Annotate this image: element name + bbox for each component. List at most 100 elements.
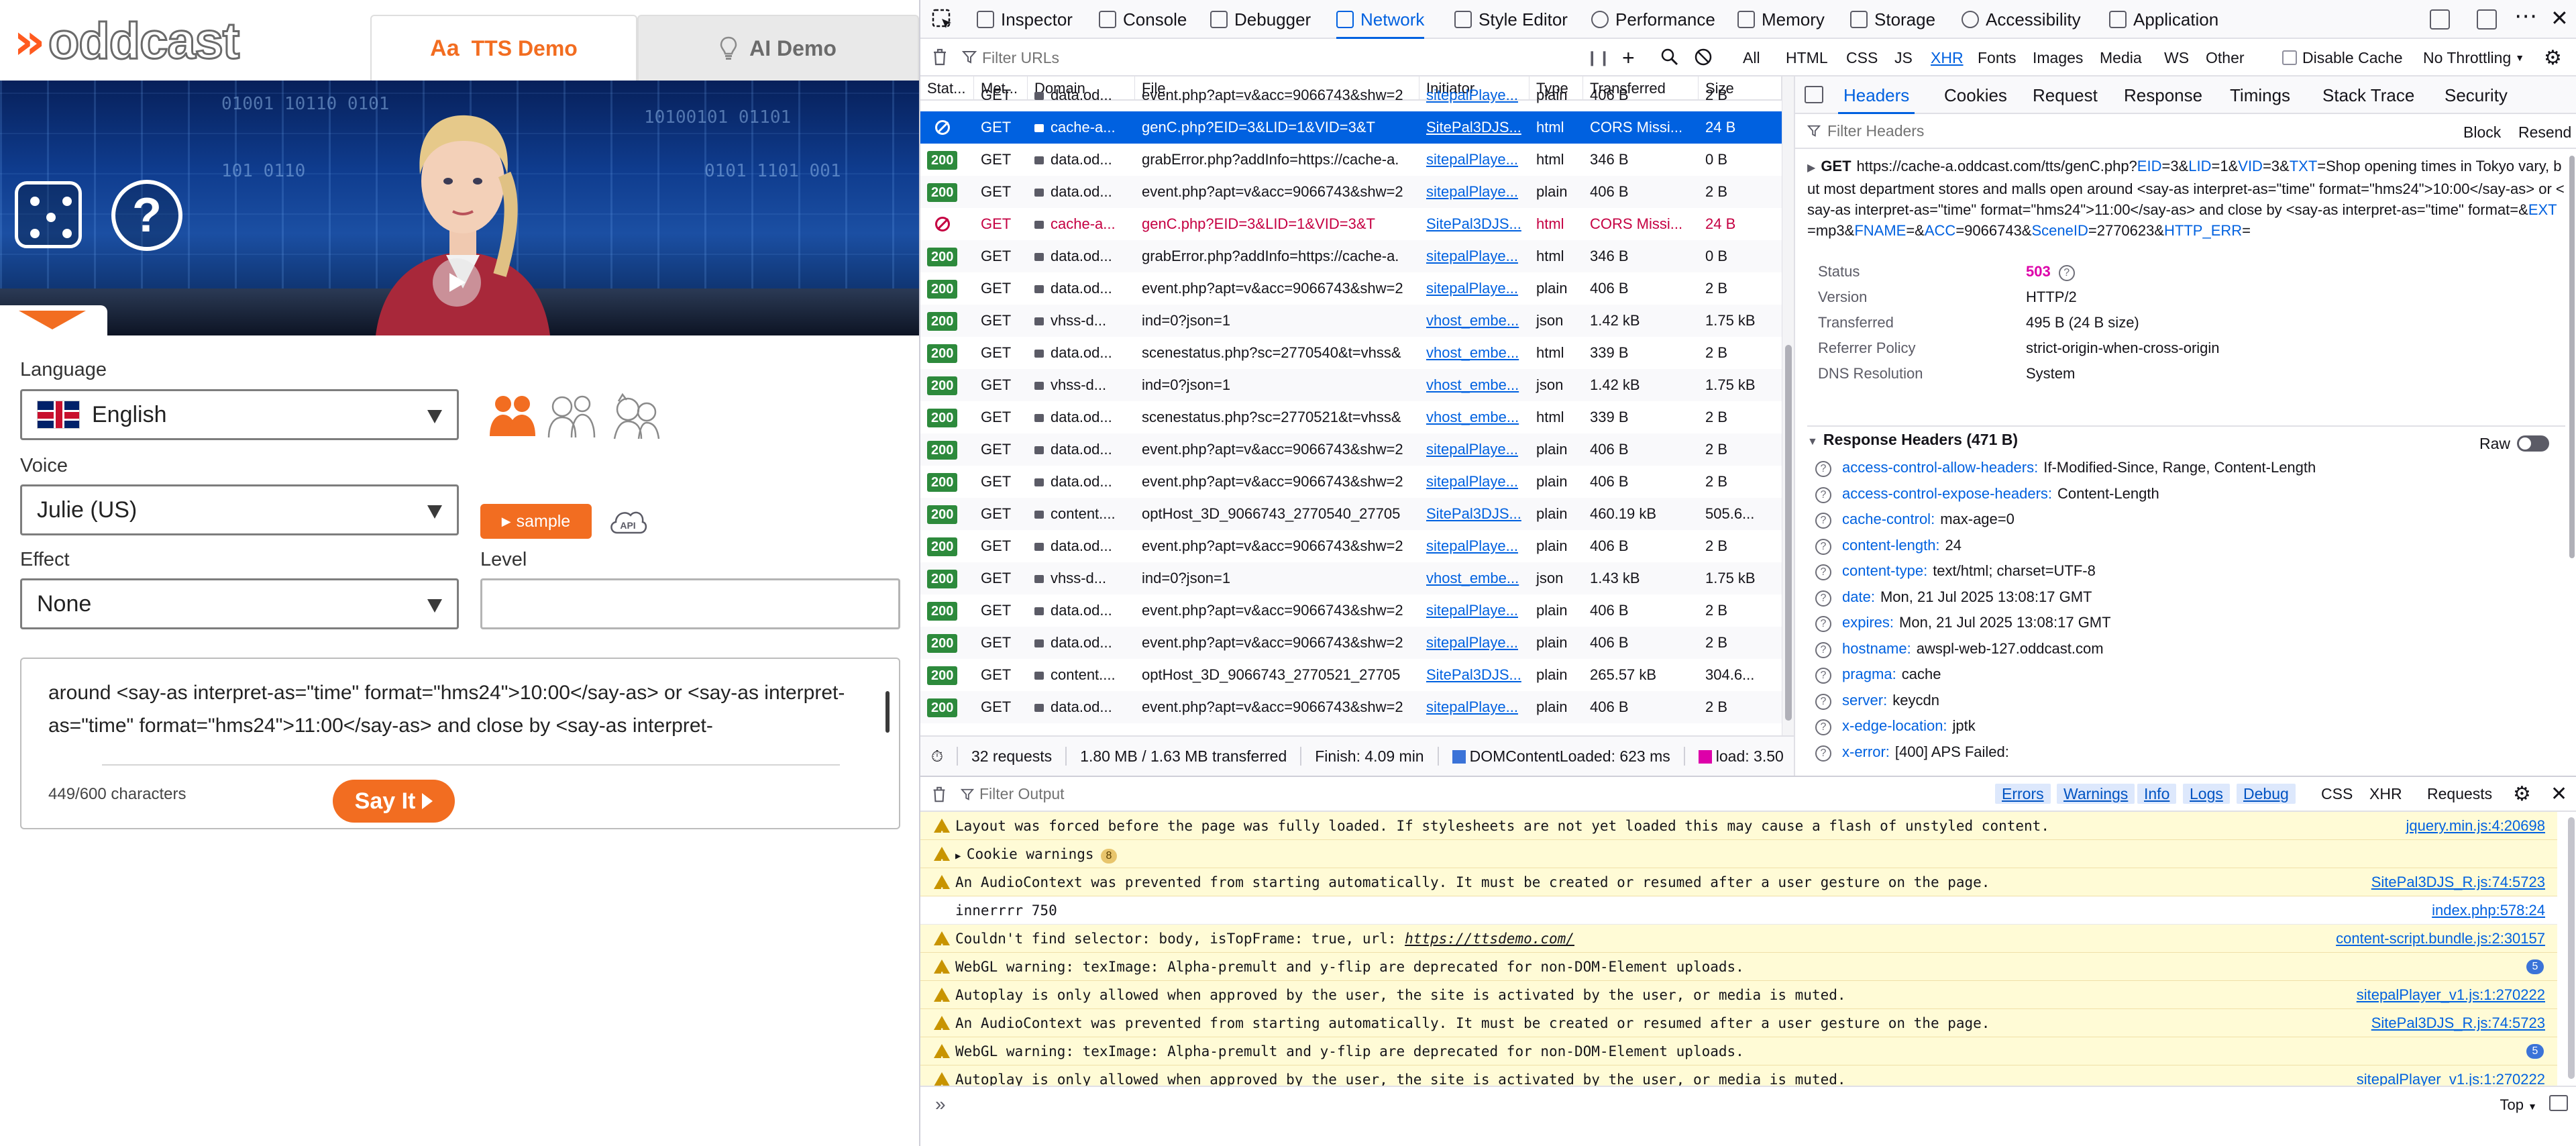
disable-cache-checkbox[interactable]: Disable Cache [2282, 39, 2403, 76]
initiator-link[interactable]: sitepalPlaye... [1426, 698, 1518, 715]
filter-urls-input[interactable]: Filter URLs [982, 39, 1059, 76]
initiator-link[interactable]: vhost_embe... [1426, 312, 1519, 329]
sample-button[interactable]: ▶ sample [480, 504, 592, 539]
initiator-link[interactable]: SitePal3DJS... [1426, 215, 1521, 232]
table-row[interactable]: 200 GET data.od... event.php?apt=v&acc=9066… [920, 627, 1782, 659]
effect-select[interactable]: None [20, 578, 459, 629]
type-filter-css[interactable]: CSS [1846, 39, 1878, 76]
table-row[interactable]: GET cache-a... genC.php?EID=3&LID=1&VID=3&… [920, 111, 1782, 144]
response-header-row[interactable]: ? date: Mon, 21 Jul 2025 13:08:17 GMT [1815, 584, 2092, 610]
trash-icon[interactable] [930, 47, 950, 67]
source-link[interactable]: SitePal3DJS_R.js:74:5723 [2371, 868, 2545, 896]
more-options-icon[interactable]: ⋯ [2514, 3, 2537, 30]
type-filter-xhr[interactable]: XHR [1931, 39, 1964, 76]
table-row[interactable]: 200 GET data.od... grabError.php?addInfo=ht… [920, 240, 1782, 272]
tab-performance[interactable]: Performance [1591, 0, 1715, 39]
console-filter-css[interactable]: CSS [2314, 784, 2359, 804]
response-header-row[interactable]: ? expires: Mon, 21 Jul 2025 13:08:17 GMT [1815, 610, 2111, 635]
table-row[interactable]: 200 GET vhss-d... ind=0?json=1 vhost_embe...… [920, 562, 1782, 594]
source-link[interactable]: sitepalPlayer_v1.js:1:270222 [2357, 981, 2545, 1009]
level-errors[interactable]: Errors [1995, 784, 2051, 804]
close-icon[interactable]: ✕ [2551, 782, 2567, 806]
initiator-link[interactable]: sitepalPlaye... [1426, 537, 1518, 554]
tab-headers[interactable]: Headers [1837, 76, 1915, 114]
initiator-link[interactable]: sitepalPlaye... [1426, 248, 1518, 264]
help-icon[interactable]: ? [1815, 745, 1831, 762]
trash-icon[interactable] [930, 785, 949, 804]
text-scrollbar[interactable] [885, 691, 890, 733]
console-filter-requests[interactable]: Requests [2420, 784, 2499, 804]
help-icon[interactable]: ? [2058, 265, 2075, 281]
filter-output-input[interactable]: Filter Output [979, 785, 1065, 803]
help-button[interactable]: ? [111, 180, 182, 251]
table-row[interactable]: 200 GET data.od... event.php?apt=v&acc=9066… [920, 691, 1782, 723]
level-info[interactable]: Info [2137, 784, 2177, 804]
response-header-row[interactable]: ? access-control-allow-headers: If-Modifie… [1815, 455, 2316, 480]
response-header-row[interactable]: ? access-control-expose-headers: Content-L… [1815, 481, 2159, 507]
type-filter-html[interactable]: HTML [1786, 39, 1828, 76]
type-filter-ws[interactable]: WS [2164, 39, 2189, 76]
source-link[interactable]: content-script.bundle.js:2:30157 [2336, 925, 2545, 953]
table-row[interactable]: GET data.od... event.php?apt=v&acc=9066743… [920, 79, 1782, 111]
initiator-link[interactable]: sitepalPlaye... [1426, 151, 1518, 168]
level-input[interactable] [480, 578, 900, 629]
tab-storage[interactable]: Storage [1850, 0, 1935, 39]
response-header-row[interactable]: ? content-type: text/html; charset=UTF-8 [1815, 558, 2096, 584]
table-row[interactable]: 200 GET data.od... scenestatus.php?sc=27705… [920, 337, 1782, 369]
responsive-design-icon[interactable] [2430, 9, 2450, 30]
persona-person-icon[interactable] [484, 389, 541, 443]
type-filter-media[interactable]: Media [2100, 39, 2142, 76]
initiator-link[interactable]: SitePal3DJS... [1426, 666, 1521, 683]
initiator-link[interactable]: sitepalPlaye... [1426, 602, 1518, 619]
toggle-sidebar-icon[interactable] [1805, 86, 1823, 103]
level-logs[interactable]: Logs [2183, 784, 2230, 804]
tab-application[interactable]: Application [2109, 0, 2218, 39]
filter-headers-input[interactable]: Filter Headers [1827, 122, 1924, 140]
tab-style-editor[interactable]: Style Editor [1454, 0, 1568, 39]
initiator-link[interactable]: vhost_embe... [1426, 570, 1519, 586]
tab-memory[interactable]: Memory [1737, 0, 1825, 39]
details-scrollbar[interactable] [2567, 149, 2576, 776]
initiator-link[interactable]: vhost_embe... [1426, 344, 1519, 361]
table-row[interactable]: GET cache-a... genC.php?EID=3&LID=1&VID=3&… [920, 208, 1782, 240]
type-filter-images[interactable]: Images [2033, 39, 2083, 76]
throttling-select[interactable]: No Throttling ▼ [2423, 39, 2524, 76]
persona-animal-icon[interactable] [608, 389, 664, 443]
message-url-link[interactable]: https://ttsdemo.com/ [1405, 931, 1574, 947]
initiator-link[interactable]: sitepalPlaye... [1426, 87, 1518, 103]
tab-network[interactable]: Network [1336, 0, 1425, 39]
table-row[interactable]: 200 GET content.... optHost_3D_9066743_2770… [920, 498, 1782, 530]
type-filter-other[interactable]: Other [2206, 39, 2245, 76]
gear-icon[interactable]: ⚙ [2513, 782, 2531, 806]
plus-icon[interactable]: + [1622, 39, 1635, 76]
console-filter-xhr[interactable]: XHR [2363, 784, 2409, 804]
tab-cookies[interactable]: Cookies [1944, 76, 2007, 114]
table-row[interactable]: 200 GET content.... optHost_3D_9066743_2770… [920, 659, 1782, 691]
help-icon[interactable]: ? [1815, 513, 1831, 529]
close-icon[interactable]: ✕ [2551, 5, 2569, 31]
tab-inspector[interactable]: Inspector [977, 0, 1073, 39]
response-header-row[interactable]: ? pragma: cache [1815, 662, 1941, 687]
initiator-link[interactable]: sitepalPlaye... [1426, 634, 1518, 651]
language-select[interactable]: English [20, 389, 459, 440]
source-link[interactable]: jquery.min.js:4:20698 [2406, 812, 2546, 840]
api-cloud-icon[interactable]: API [608, 503, 648, 541]
table-row[interactable]: 200 GET vhss-d... ind=0?json=1 vhost_embe...… [920, 369, 1782, 401]
initiator-link[interactable]: sitepalPlaye... [1426, 441, 1518, 458]
tab-timings[interactable]: Timings [2230, 76, 2290, 114]
tab-ai-demo[interactable]: AI Demo [637, 15, 919, 81]
type-filter-js[interactable]: JS [1894, 39, 1913, 76]
tab-accessibility[interactable]: Accessibility [1962, 0, 2081, 39]
help-icon[interactable]: ? [1815, 461, 1831, 477]
oddcast-logo[interactable]: » oddcast [13, 15, 241, 68]
context-selector[interactable]: Top ▼ [2500, 1096, 2537, 1114]
requests-scrollbar[interactable] [1782, 76, 1794, 735]
table-row[interactable]: 200 GET data.od... grabError.php?addInfo=ht… [920, 144, 1782, 176]
source-link[interactable]: SitePal3DJS_R.js:74:5723 [2371, 1009, 2545, 1037]
help-icon[interactable]: ? [1815, 719, 1831, 735]
response-header-row[interactable]: ? server: keycdn [1815, 688, 1939, 713]
pick-element-icon[interactable] [931, 8, 954, 31]
editor-mode-icon[interactable] [2549, 1095, 2568, 1111]
help-icon[interactable]: ? [1815, 616, 1831, 632]
console-scrollbar[interactable] [2568, 817, 2575, 1079]
